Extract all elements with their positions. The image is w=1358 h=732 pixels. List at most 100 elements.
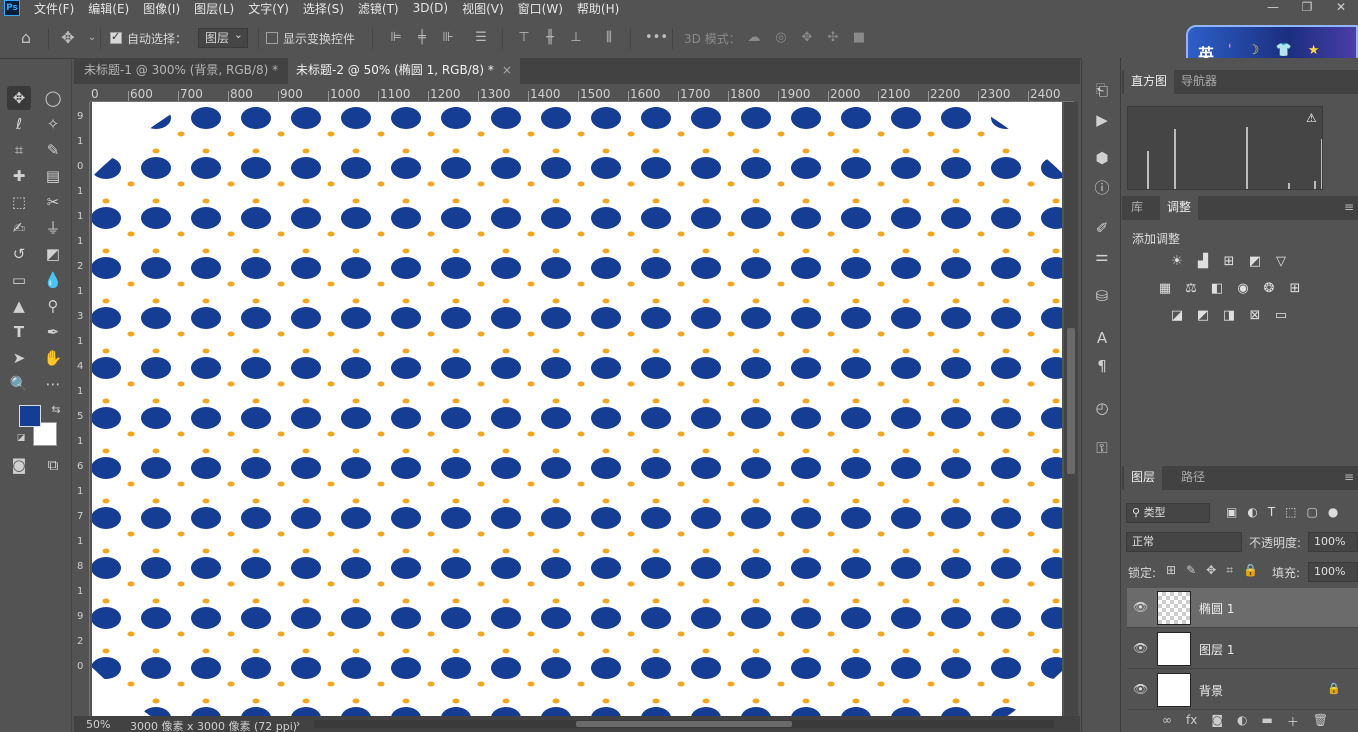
paragraph-icon[interactable]: ¶ bbox=[1092, 356, 1112, 376]
tab-navigator[interactable]: 导航器 bbox=[1174, 70, 1224, 94]
vertical-scrollbar[interactable] bbox=[1064, 102, 1078, 716]
layer-row-background[interactable]: 👁 背景 🔒 bbox=[1127, 670, 1358, 710]
lock-all-icon[interactable]: 🔒 bbox=[1243, 563, 1258, 578]
close-tab-icon[interactable]: × bbox=[502, 63, 512, 77]
eraser-icon[interactable]: ◩ bbox=[41, 242, 65, 266]
filter-pixel-icon[interactable]: ▣ bbox=[1226, 505, 1237, 519]
vibrance-icon[interactable]: ▽ bbox=[1272, 253, 1290, 271]
panel-menu-icon[interactable]: ≡ bbox=[1344, 200, 1354, 214]
menu-help[interactable]: 帮助(H) bbox=[577, 0, 619, 17]
exposure-icon[interactable]: ◩ bbox=[1246, 253, 1264, 271]
gradient-map-icon[interactable]: ▭ bbox=[1272, 307, 1290, 325]
info-icon[interactable]: ⓘ bbox=[1092, 178, 1112, 198]
more-options-icon[interactable]: ••• bbox=[645, 30, 668, 46]
clone-stamp-icon[interactable]: ⏚ bbox=[41, 216, 65, 240]
type-tool-icon[interactable]: T bbox=[7, 320, 31, 344]
levels-icon[interactable]: ▟ bbox=[1194, 253, 1212, 271]
3d-slide-icon[interactable]: ✣ bbox=[825, 30, 841, 46]
layer-row-layer-1[interactable]: 👁 图层 1 bbox=[1127, 629, 1358, 669]
hand-icon[interactable]: ✋ bbox=[41, 346, 65, 370]
delete-layer-icon[interactable]: 🗑 bbox=[1313, 713, 1328, 730]
align-center-icon[interactable]: ╪ bbox=[414, 30, 430, 46]
lock-transparent-icon[interactable]: ⊞ bbox=[1166, 563, 1176, 578]
link-layers-icon[interactable]: ∞ bbox=[1162, 713, 1172, 730]
visibility-eye-icon[interactable]: 👁 bbox=[1133, 682, 1148, 696]
restore-button[interactable]: ❐ bbox=[1290, 0, 1324, 16]
clone-source-icon[interactable]: ⛁ bbox=[1092, 286, 1112, 306]
lock-artboard-icon[interactable]: ⌗ bbox=[1226, 563, 1233, 578]
color-lookup-icon[interactable]: ⊞ bbox=[1286, 280, 1304, 298]
healing-brush-icon[interactable]: ✚ bbox=[7, 164, 31, 188]
add-mask-icon[interactable]: ◙ bbox=[1211, 713, 1223, 730]
magic-wand-icon[interactable]: ✧ bbox=[41, 112, 65, 136]
bandage-icon[interactable]: ▤ bbox=[41, 164, 65, 188]
foreground-color-swatch[interactable] bbox=[19, 405, 41, 427]
layer-name[interactable]: 背景 bbox=[1199, 682, 1223, 699]
align-bottom-icon[interactable]: ⊥ bbox=[568, 30, 584, 46]
menu-select[interactable]: 选择(S) bbox=[303, 0, 344, 17]
timeline-icon[interactable]: ◴ bbox=[1092, 398, 1112, 418]
3d-camera-icon[interactable]: ■ bbox=[851, 30, 867, 46]
properties-sliders-icon[interactable]: ⚌ bbox=[1092, 246, 1112, 266]
layer-style-icon[interactable]: fx bbox=[1186, 713, 1197, 730]
history-icon[interactable]: ⎗ bbox=[1092, 80, 1112, 100]
status-menu-arrow[interactable]: › bbox=[296, 717, 300, 730]
color-balance-icon[interactable]: ⚖ bbox=[1182, 280, 1200, 298]
menu-edit[interactable]: 编辑(E) bbox=[88, 0, 129, 17]
filter-toggle-icon[interactable]: ● bbox=[1328, 505, 1338, 519]
scissors-icon[interactable]: ✂ bbox=[41, 190, 65, 214]
tab-layers[interactable]: 图层 bbox=[1124, 466, 1163, 490]
move-tool-preset-icon[interactable]: ✥ bbox=[60, 30, 76, 46]
posterize-icon[interactable]: ◩ bbox=[1194, 307, 1212, 325]
brush-icon[interactable]: ✍ bbox=[7, 216, 31, 240]
show-transform-check[interactable] bbox=[266, 32, 278, 44]
quick-mask-icon[interactable]: ◙ bbox=[7, 453, 31, 477]
lasso-icon[interactable]: ℓ bbox=[7, 112, 31, 136]
auto-select-check[interactable] bbox=[110, 30, 122, 44]
path-selection-icon[interactable]: ➤ bbox=[7, 346, 31, 370]
brightness-icon[interactable]: ☀ bbox=[1168, 253, 1186, 271]
close-button[interactable]: ✕ bbox=[1324, 0, 1358, 16]
menu-3d[interactable]: 3D(D) bbox=[413, 1, 448, 15]
crop-icon[interactable]: ⌗ bbox=[7, 138, 31, 162]
blend-mode-dropdown[interactable]: 正常 bbox=[1126, 532, 1242, 552]
selective-color-icon[interactable]: ⊠ bbox=[1246, 307, 1264, 325]
dodge-icon[interactable]: ▲ bbox=[7, 294, 31, 318]
3d-orbit-icon[interactable]: ☁ bbox=[746, 30, 762, 46]
zoom-search-icon[interactable]: ⚲ bbox=[41, 294, 65, 318]
scroll-thumb[interactable] bbox=[1067, 328, 1075, 474]
layer-row-ellipse-1[interactable]: 👁 椭圆 1 bbox=[1127, 588, 1358, 628]
zoom-icon[interactable]: 🔍 bbox=[7, 372, 31, 396]
brush-settings-icon[interactable]: ✐ bbox=[1092, 218, 1112, 238]
3d-pan-icon[interactable]: ✥ bbox=[799, 30, 815, 46]
character-icon[interactable]: A bbox=[1092, 328, 1112, 348]
menu-image[interactable]: 图像(I) bbox=[143, 0, 180, 17]
tab-document-2[interactable]: 未标题-2 @ 50% (椭圆 1, RGB/8) * × bbox=[288, 58, 520, 84]
black-white-icon[interactable]: ◧ bbox=[1208, 280, 1226, 298]
filter-smart-icon[interactable]: ▢ bbox=[1307, 505, 1318, 519]
hue-saturation-icon[interactable]: ▦ bbox=[1156, 280, 1174, 298]
actions-play-icon[interactable]: ▶ bbox=[1092, 110, 1112, 130]
scroll-thumb[interactable] bbox=[576, 721, 792, 727]
filter-shape-icon[interactable]: ⬚ bbox=[1285, 505, 1296, 519]
menu-file[interactable]: 文件(F) bbox=[34, 0, 74, 17]
invert-icon[interactable]: ◪ bbox=[1168, 307, 1186, 325]
warning-icon[interactable]: ⚠ bbox=[1306, 111, 1317, 125]
menu-type[interactable]: 文字(Y) bbox=[248, 0, 289, 17]
lock-pixels-icon[interactable]: ✎ bbox=[1186, 563, 1196, 578]
distribute-horizontal-icon[interactable]: ⫼ bbox=[601, 30, 617, 46]
3d-roll-icon[interactable]: ◎ bbox=[773, 30, 789, 46]
filter-type-icon[interactable]: T bbox=[1268, 505, 1275, 519]
auto-select-checkbox[interactable]: 自动选择： bbox=[110, 28, 187, 48]
document-canvas[interactable] bbox=[92, 102, 1062, 716]
move-tool-icon[interactable]: ✥ bbox=[7, 86, 31, 110]
history-brush-icon[interactable]: ↺ bbox=[7, 242, 31, 266]
threshold-icon[interactable]: ◨ bbox=[1220, 307, 1238, 325]
swap-colors-icon[interactable]: ⇆ bbox=[44, 398, 68, 422]
new-adjustment-icon[interactable]: ◐ bbox=[1237, 713, 1247, 730]
tab-library[interactable]: 库 bbox=[1124, 196, 1150, 220]
menu-layer[interactable]: 图层(L) bbox=[194, 0, 234, 17]
3d-cube-icon[interactable]: ⬢ bbox=[1092, 148, 1112, 168]
distribute-vertical-icon[interactable]: ☰ bbox=[473, 30, 489, 46]
horizontal-scrollbar[interactable] bbox=[314, 720, 1054, 728]
